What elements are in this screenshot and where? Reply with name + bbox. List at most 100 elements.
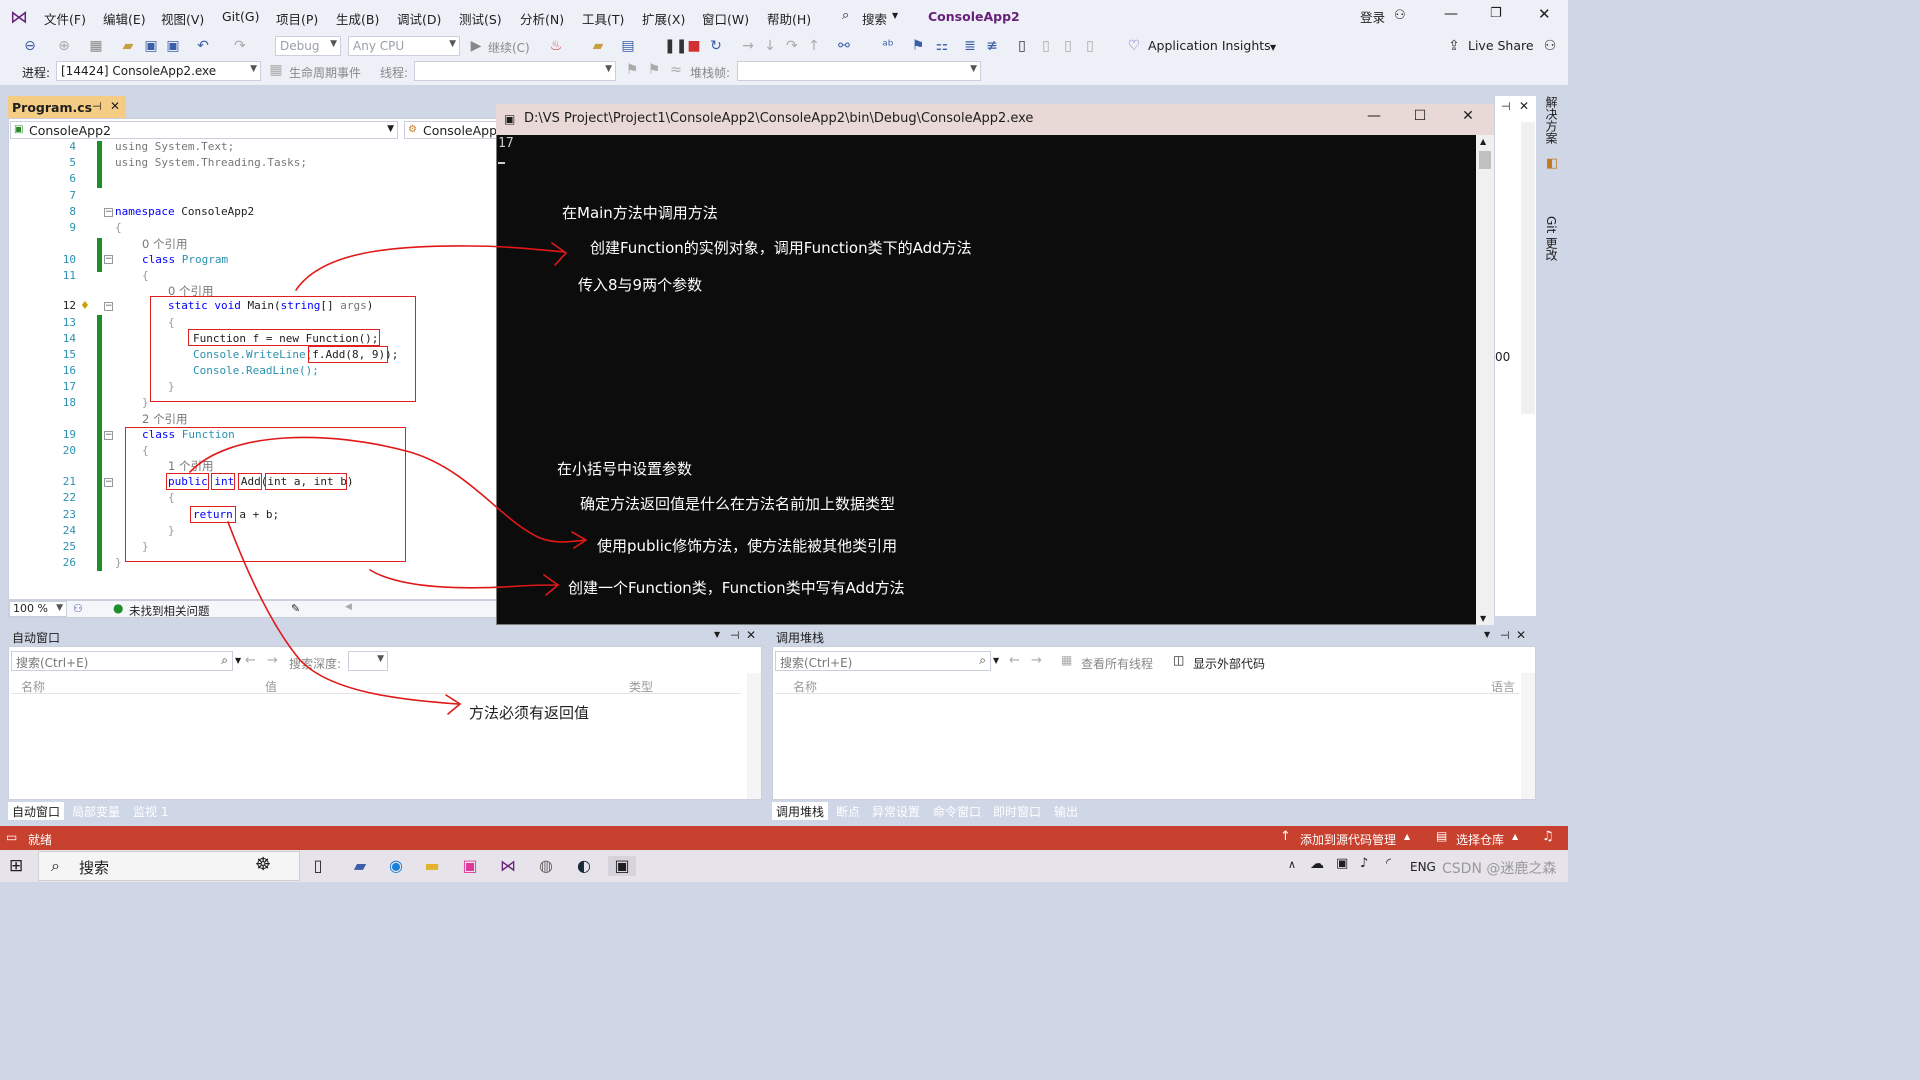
play-icon[interactable]: ▶ bbox=[468, 38, 484, 54]
app-icon-3[interactable]: ◍ bbox=[536, 856, 556, 876]
stop-icon[interactable]: ■ bbox=[686, 38, 702, 54]
step-up-icon[interactable]: ↑ bbox=[806, 38, 822, 54]
live-share-button[interactable]: Live Share bbox=[1468, 38, 1534, 53]
tab-callstack[interactable]: 调用堆栈 bbox=[772, 802, 829, 820]
issues-status[interactable]: 未找到相关问题 bbox=[129, 603, 210, 619]
comment-icon[interactable]: ≣ bbox=[962, 38, 978, 54]
panel-scrollbar[interactable] bbox=[1521, 122, 1535, 414]
step-into-icon[interactable]: → bbox=[740, 38, 756, 54]
input-language[interactable]: ENG bbox=[1410, 860, 1436, 874]
tab-immediate-window[interactable]: 即时窗口 bbox=[989, 802, 1045, 820]
step-over-icon[interactable]: ↓ bbox=[762, 38, 778, 54]
pin-icon[interactable]: ⊣ bbox=[1501, 100, 1511, 113]
threads-icon[interactable]: ▦ bbox=[1061, 653, 1072, 667]
external-code-icon[interactable]: ◫ bbox=[1173, 653, 1184, 667]
project-nav-select[interactable]: ▣ ConsoleApp2 ▼ bbox=[10, 121, 398, 139]
pin-icon[interactable]: ⊣ bbox=[1500, 629, 1510, 642]
tab-autos[interactable]: 自动窗口 bbox=[8, 802, 65, 820]
file-explorer-icon[interactable]: ▬ bbox=[422, 856, 442, 876]
tray-chevron-icon[interactable]: ∧ bbox=[1288, 858, 1296, 871]
close-icon[interactable]: ✕ bbox=[1456, 108, 1480, 128]
forward-arrow-icon[interactable]: → bbox=[1031, 653, 1042, 668]
minimize-icon[interactable]: — bbox=[1444, 6, 1458, 22]
save-all-icon[interactable]: ▣ bbox=[165, 38, 181, 54]
volume-icon[interactable]: ♪ bbox=[1360, 856, 1368, 871]
health-icon[interactable]: ⚇ bbox=[73, 602, 83, 615]
add-source-control-button[interactable]: 添加到源代码管理 bbox=[1300, 831, 1396, 848]
diagnostics-icon[interactable]: ⚯ bbox=[836, 38, 852, 54]
fold-toggle[interactable]: − bbox=[104, 302, 113, 311]
windows-start-icon[interactable]: ⊞ bbox=[9, 856, 23, 876]
search-icon[interactable]: ⌕ bbox=[221, 653, 228, 668]
lifecycle-events-button[interactable]: 生命周期事件 bbox=[289, 64, 361, 81]
restore-icon[interactable]: ❐ bbox=[1490, 6, 1502, 21]
new-project-icon[interactable]: ▦ bbox=[88, 38, 104, 54]
fold-toggle[interactable]: − bbox=[104, 431, 113, 440]
close-icon[interactable]: ✕ bbox=[1519, 99, 1529, 113]
vtab-git-changes[interactable]: Git 更改 bbox=[1543, 216, 1560, 261]
save-icon[interactable]: ▣ bbox=[143, 38, 159, 54]
autos-scrollbar[interactable] bbox=[747, 673, 761, 799]
uncomment-icon[interactable]: ≢ bbox=[984, 38, 1000, 54]
wifi-icon[interactable]: ◜ bbox=[1386, 856, 1391, 871]
view-all-threads-button[interactable]: 查看所有线程 bbox=[1081, 655, 1153, 672]
chevron-down-icon[interactable]: ▼ bbox=[235, 656, 241, 665]
lightbulb-icon[interactable]: ♡ bbox=[1126, 38, 1142, 54]
folder-icon[interactable]: ▰ bbox=[590, 38, 606, 54]
hot-reload-icon[interactable]: ♨ bbox=[548, 38, 564, 54]
account-icon[interactable]: ⚇ bbox=[1394, 8, 1406, 23]
back-icon[interactable]: ⊖ bbox=[22, 38, 38, 54]
search-icon[interactable]: ⌕ bbox=[979, 653, 986, 668]
zoom-select[interactable]: 100 % ▼ bbox=[9, 601, 67, 617]
tab-program-cs[interactable]: Program.cs ⊣ ✕ bbox=[8, 96, 126, 118]
lifecycle-icon[interactable]: ▦ bbox=[268, 62, 284, 78]
step-out-icon[interactable]: ↷ bbox=[784, 38, 800, 54]
maximize-icon[interactable]: ☐ bbox=[1408, 108, 1432, 128]
menu-view[interactable]: 视图(V) bbox=[161, 9, 204, 28]
minimize-icon[interactable]: — bbox=[1362, 108, 1386, 128]
menu-window[interactable]: 窗口(W) bbox=[702, 9, 749, 28]
tray-app-icon[interactable]: ▣ bbox=[1336, 856, 1348, 871]
reference-count[interactable]: 0 个引用 bbox=[142, 236, 187, 252]
stack-icon[interactable]: ≈ bbox=[668, 62, 684, 78]
vs-logo-icon[interactable]: ⋈ bbox=[10, 7, 28, 28]
vtab-solution-explorer[interactable]: 解决方案 bbox=[1543, 96, 1560, 144]
window-icon[interactable]: ▤ bbox=[620, 38, 636, 54]
flag-icon[interactable]: ⚑ bbox=[624, 62, 640, 78]
reference-count[interactable]: 2 个引用 bbox=[142, 411, 187, 427]
show-external-code-button[interactable]: 显示外部代码 bbox=[1193, 655, 1265, 672]
close-icon[interactable]: ✕ bbox=[1538, 5, 1551, 23]
pin-icon[interactable]: ⊣ bbox=[730, 629, 740, 642]
pin-icon[interactable]: ⊣ bbox=[92, 100, 102, 113]
menu-project[interactable]: 项目(P) bbox=[276, 9, 318, 28]
autos-search-input[interactable]: 搜索(Ctrl+E) ⌕ bbox=[11, 651, 233, 671]
prev-bookmark-icon[interactable]: ▯ bbox=[1038, 38, 1054, 54]
format-icon[interactable]: ⚏ bbox=[934, 38, 950, 54]
class-nav-select[interactable]: ⚙ ConsoleApp2 bbox=[404, 121, 498, 139]
redo-icon[interactable]: ↷ bbox=[232, 38, 248, 54]
next-bookmark-icon[interactable]: ▯ bbox=[1060, 38, 1076, 54]
task-view-icon[interactable]: ▯ bbox=[308, 856, 328, 876]
close-icon[interactable]: ✕ bbox=[746, 628, 756, 642]
forward-arrow-icon[interactable]: → bbox=[267, 653, 278, 668]
platform-select[interactable]: Any CPU ▼ bbox=[348, 36, 460, 56]
process-select[interactable]: [14424] ConsoleApp2.exe ▼ bbox=[56, 61, 261, 81]
tab-output[interactable]: 输出 bbox=[1050, 802, 1082, 820]
tab-exception-settings[interactable]: 异常设置 bbox=[868, 802, 924, 820]
close-icon[interactable]: ✕ bbox=[1516, 628, 1526, 642]
back-arrow-icon[interactable]: ← bbox=[1009, 653, 1020, 668]
search-icon[interactable]: ⌕ bbox=[842, 8, 849, 23]
callstack-scrollbar[interactable] bbox=[1521, 673, 1535, 799]
console-task-icon[interactable]: ▣ bbox=[608, 856, 636, 876]
callstack-search-input[interactable]: 搜索(Ctrl+E) ⌕ bbox=[775, 651, 991, 671]
menu-file[interactable]: 文件(F) bbox=[44, 9, 86, 28]
menu-edit[interactable]: 编辑(E) bbox=[103, 9, 146, 28]
stack-frame-select[interactable]: ▼ bbox=[737, 61, 981, 81]
fold-toggle[interactable]: − bbox=[104, 208, 113, 217]
taskbar-search-input[interactable]: ⌕ 搜索 ☸ bbox=[38, 851, 300, 881]
open-icon[interactable]: ▰ bbox=[120, 38, 136, 54]
spellcheck-icon[interactable]: ᵃᵇ bbox=[880, 38, 896, 54]
app-icon-1[interactable]: ▰ bbox=[350, 856, 370, 876]
pause-icon[interactable]: ❚❚ bbox=[664, 38, 687, 54]
clear-bookmark-icon[interactable]: ▯ bbox=[1082, 38, 1098, 54]
